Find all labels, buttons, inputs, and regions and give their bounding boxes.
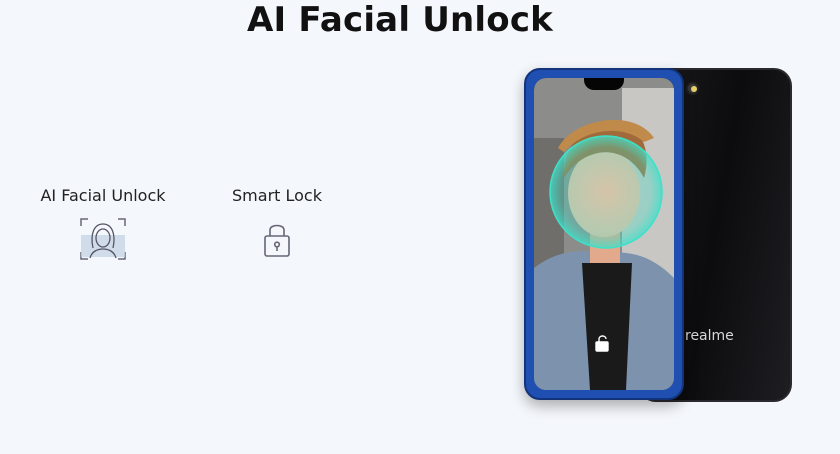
phone-notch	[584, 78, 624, 90]
feature-label: Smart Lock	[232, 186, 322, 205]
phone-front	[524, 68, 684, 400]
page-title: AI Facial Unlock	[246, 0, 553, 40]
phone-illustration: realme	[520, 64, 792, 402]
brand-logo: realme	[685, 328, 734, 344]
lockscreen-photo	[534, 78, 674, 390]
flash-icon	[691, 86, 697, 92]
face-scan-circle	[549, 135, 663, 249]
feature-smart-lock[interactable]: Smart Lock	[197, 186, 357, 262]
face-scan-icon	[80, 218, 126, 260]
feature-label: AI Facial Unlock	[40, 186, 166, 205]
phone-screen	[534, 78, 674, 390]
padlock-icon	[264, 224, 290, 257]
feature-ai-facial-unlock[interactable]: AI Facial Unlock	[23, 186, 183, 262]
